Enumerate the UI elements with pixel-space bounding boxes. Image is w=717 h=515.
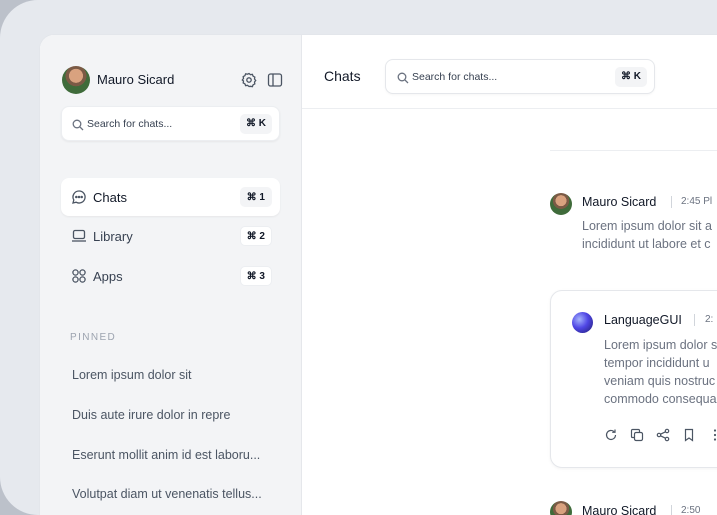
separator [671, 505, 672, 515]
message-line: tempor incididunt u [604, 356, 710, 370]
message-line: Lorem ipsum dolor s [604, 338, 717, 352]
divider [550, 150, 717, 151]
avatar[interactable] [62, 66, 90, 94]
nav-shortcut: ⌘ 1 [239, 187, 272, 207]
search-shortcut: ⌘ K [615, 67, 647, 87]
device-frame: Mauro Sicard Search for chats... ⌘ K Cha… [0, 0, 717, 515]
search-icon [397, 71, 409, 84]
pinned-chat-item[interactable]: Lorem ipsum dolor sit [72, 368, 192, 382]
main-panel: Chats Search for chats... ⌘ K Mauro Sica… [302, 35, 717, 515]
message-author: Mauro Sicard [582, 504, 657, 515]
laptop-icon [71, 228, 87, 244]
nav-item-library[interactable]: Library ⌘ 2 [61, 217, 280, 255]
pinned-heading: PINNED [70, 332, 117, 343]
sidebar-search[interactable]: Search for chats... ⌘ K [61, 106, 280, 141]
more-options-icon[interactable] [708, 428, 717, 442]
nav-label: Chats [93, 190, 127, 205]
separator [694, 314, 695, 326]
nav-item-apps[interactable]: Apps ⌘ 3 [61, 257, 280, 295]
pinned-chat-item[interactable]: Volutpat diam ut venenatis tellus... [72, 487, 262, 501]
user-name: Mauro Sicard [97, 72, 175, 87]
nav-label: Library [93, 229, 133, 244]
nav-item-chats[interactable]: Chats ⌘ 1 [61, 178, 280, 216]
search-icon [72, 118, 84, 131]
chat-bubble-icon [71, 189, 87, 205]
nav-shortcut: ⌘ 3 [239, 266, 272, 286]
ai-response-card: LanguageGUI 2: Lorem ipsum dolor s tempo… [550, 290, 717, 468]
avatar [550, 501, 572, 515]
app-window: Mauro Sicard Search for chats... ⌘ K Cha… [40, 35, 717, 515]
message-time: 2:50 [681, 505, 701, 515]
search-placeholder: Search for chats... [87, 118, 173, 130]
message-line: veniam quis nostruc [604, 374, 716, 388]
regenerate-icon[interactable] [604, 428, 618, 442]
languagegui-logo-icon [572, 312, 593, 333]
message-time: 2: [705, 314, 714, 325]
message-author: LanguageGUI [604, 313, 682, 327]
page-title: Chats [324, 68, 361, 84]
sidebar: Mauro Sicard Search for chats... ⌘ K Cha… [40, 35, 302, 515]
message-line: Lorem ipsum dolor sit a [582, 219, 712, 233]
search-shortcut: ⌘ K [240, 114, 272, 134]
top-bar: Chats Search for chats... ⌘ K [302, 35, 717, 109]
separator [671, 196, 672, 208]
message-time: 2:45 Pl [681, 196, 713, 207]
message-author: Mauro Sicard [582, 195, 657, 209]
message-line: incididunt ut labore et c [582, 237, 711, 251]
settings-gear-icon[interactable] [241, 72, 257, 88]
sidebar-toggle-icon[interactable] [267, 72, 283, 88]
search-placeholder: Search for chats... [412, 71, 498, 83]
user-profile[interactable]: Mauro Sicard [62, 66, 286, 94]
pinned-chat-item[interactable]: Duis aute irure dolor in repre [72, 408, 230, 422]
message-line: commodo consequa [604, 392, 717, 406]
nav-shortcut: ⌘ 2 [239, 226, 272, 246]
pinned-chat-item[interactable]: Eserunt mollit anim id est laboru... [72, 448, 260, 462]
bookmark-icon[interactable] [682, 428, 696, 442]
header-search[interactable]: Search for chats... ⌘ K [385, 59, 655, 94]
copy-icon[interactable] [630, 428, 644, 442]
share-icon[interactable] [656, 428, 670, 442]
nav-label: Apps [93, 269, 123, 284]
avatar [550, 193, 572, 215]
apps-grid-icon [71, 268, 87, 284]
